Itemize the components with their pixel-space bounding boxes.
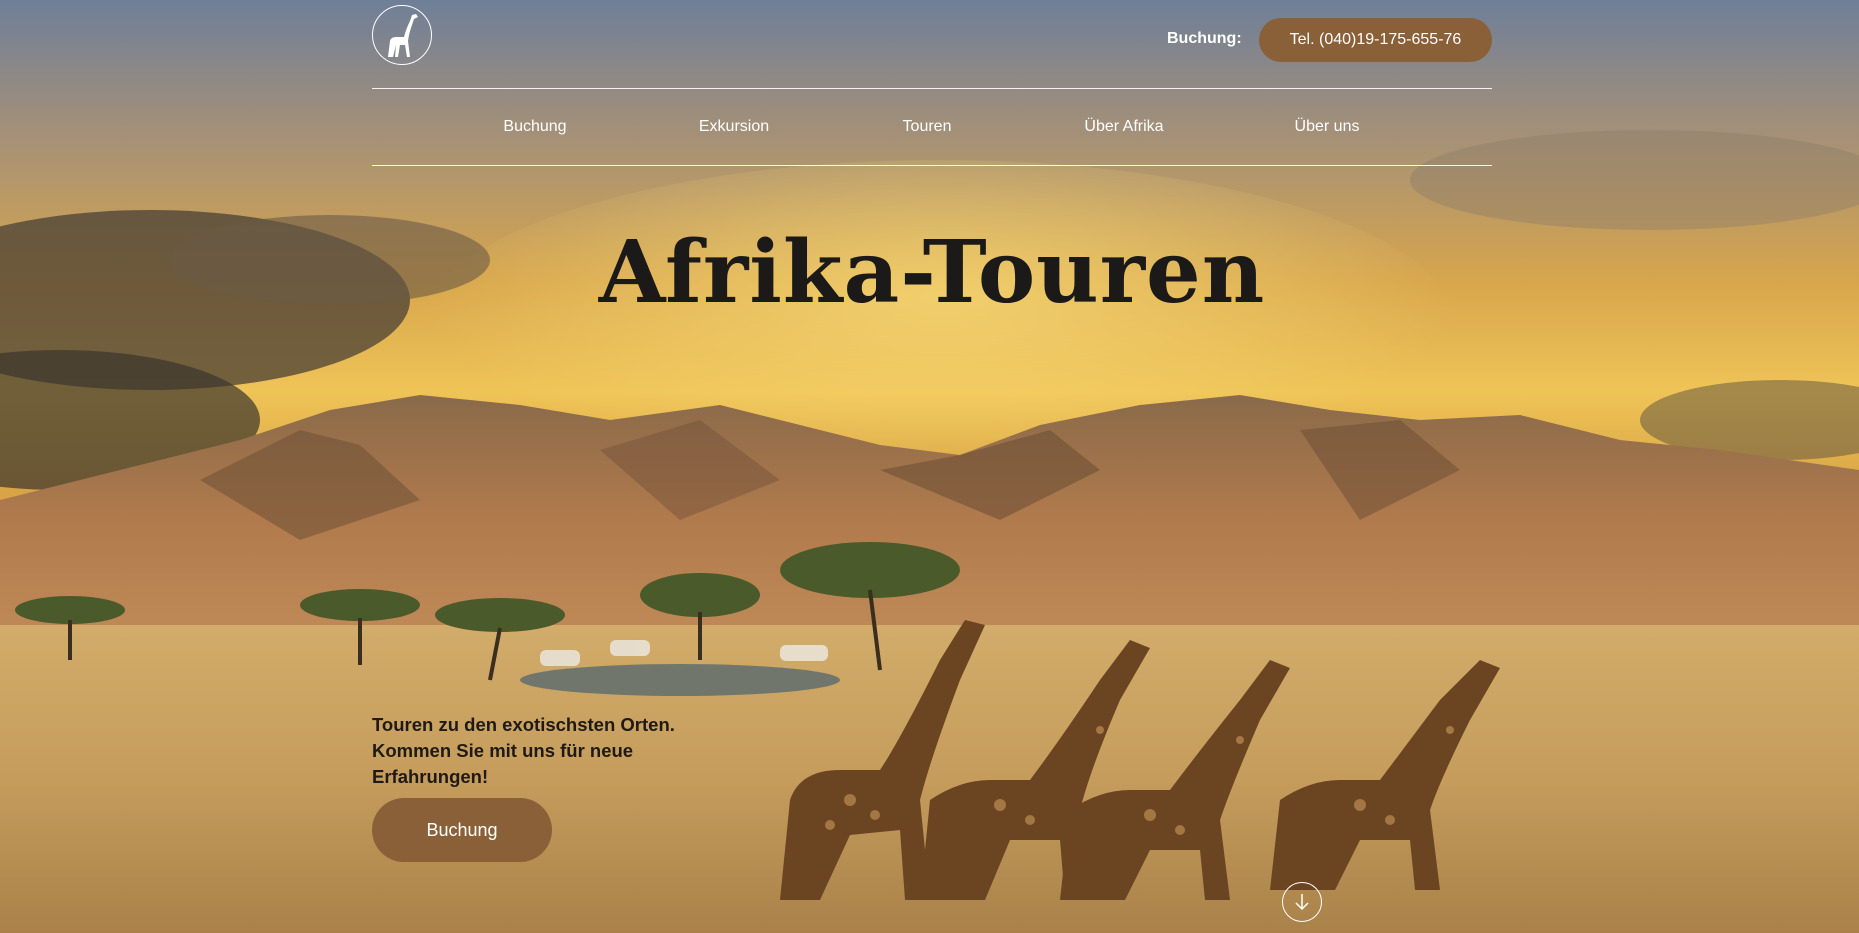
phone-button[interactable]: Tel. (040)19-175-655-76 xyxy=(1259,18,1492,62)
giraffe-icon xyxy=(388,14,418,57)
booking-cta-button[interactable]: Buchung xyxy=(372,798,552,862)
tagline-line-1: Touren zu den exotischsten Orten. xyxy=(372,714,675,735)
hero-tagline: Touren zu den exotischsten Orten. Kommen… xyxy=(372,712,712,790)
nav-item-ueber-uns[interactable]: Über uns xyxy=(1295,118,1360,136)
header-divider-bottom xyxy=(372,165,1492,166)
scroll-down-button[interactable] xyxy=(1282,882,1322,922)
hero-title: Afrika-Touren xyxy=(598,222,1266,323)
nav-item-exkursion[interactable]: Exkursion xyxy=(699,118,769,136)
arrow-down-icon xyxy=(1295,894,1309,911)
nav-item-touren[interactable]: Touren xyxy=(903,118,952,136)
tagline-line-2: Kommen Sie mit uns für neue xyxy=(372,740,634,761)
site-logo[interactable] xyxy=(372,5,432,65)
nav-item-buchung[interactable]: Buchung xyxy=(503,118,566,136)
tagline-line-3: Erfahrungen! xyxy=(372,766,489,787)
page-container: Buchung: Tel. (040)19-175-655-76 Buchung… xyxy=(372,0,1492,933)
booking-label: Buchung: xyxy=(1167,30,1242,47)
main-nav: Buchung Exkursion Touren Über Afrika Übe… xyxy=(372,89,1492,165)
nav-item-ueber-afrika[interactable]: Über Afrika xyxy=(1084,118,1163,136)
hero-section: Buchung: Tel. (040)19-175-655-76 Buchung… xyxy=(0,0,1859,933)
